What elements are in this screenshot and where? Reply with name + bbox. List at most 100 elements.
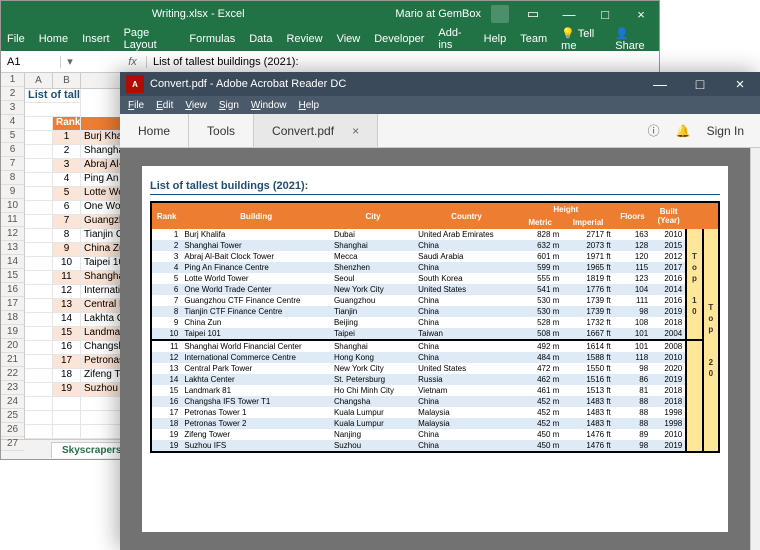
tab-document[interactable]: Convert.pdf × bbox=[254, 114, 378, 147]
fx-icon[interactable]: fx bbox=[119, 56, 147, 68]
acrobat-toolpane[interactable] bbox=[750, 148, 760, 550]
menu-view[interactable]: View bbox=[185, 100, 207, 111]
table-row: 2Shanghai TowerShanghaiChina 632 m2073 f… bbox=[151, 240, 719, 251]
ribbon-tab-pagelayout[interactable]: Page Layout bbox=[124, 27, 176, 51]
row-header[interactable]: 26 bbox=[1, 423, 24, 437]
menu-file[interactable]: File bbox=[128, 100, 144, 111]
table-row: 1Burj KhalifaDubaiUnited Arab Emirates 8… bbox=[151, 229, 719, 240]
table-row: 13Central Park TowerNew York CityUnited … bbox=[151, 363, 719, 374]
th-metric: Metric bbox=[518, 216, 562, 229]
row-header[interactable]: 10 bbox=[1, 199, 24, 213]
row-header[interactable]: 3 bbox=[1, 101, 24, 115]
th-imperial: Imperial bbox=[562, 216, 613, 229]
th-floors: Floors bbox=[614, 202, 651, 229]
ribbon-tab-home[interactable]: Home bbox=[39, 33, 68, 45]
ribbon-tab-view[interactable]: View bbox=[337, 33, 361, 45]
acrobat-titlebar: A Convert.pdf - Adobe Acrobat Reader DC … bbox=[120, 72, 760, 96]
ribbon-tab-add-ins[interactable]: Add-ins bbox=[438, 27, 469, 51]
excel-titlebar: Writing.xlsx - Excel Mario at GemBox ▭ —… bbox=[1, 1, 659, 27]
maximize-icon[interactable]: □ bbox=[680, 76, 720, 92]
ribbon-tab-file[interactable]: File bbox=[7, 33, 25, 45]
pdf-page: List of tallest buildings (2021): Rank B… bbox=[142, 166, 728, 532]
row-headers[interactable]: 1234567891011121314151617181920212223242… bbox=[1, 73, 25, 439]
ribbon-tab-data[interactable]: Data bbox=[249, 33, 272, 45]
row-header[interactable]: 20 bbox=[1, 339, 24, 353]
tab-close-icon[interactable]: × bbox=[352, 124, 359, 138]
table-row: 8Tianjin CTF Finance CentreTianjinChina … bbox=[151, 306, 719, 317]
th-built: Built (Year) bbox=[651, 202, 686, 229]
minimize-icon[interactable]: — bbox=[640, 76, 680, 92]
row-header[interactable]: 24 bbox=[1, 395, 24, 409]
row-header[interactable]: 7 bbox=[1, 157, 24, 171]
row-header[interactable]: 1 bbox=[1, 73, 24, 87]
doc-title: List of tallest buildings (2021): bbox=[150, 180, 720, 195]
row-header[interactable]: 8 bbox=[1, 171, 24, 185]
table-row: 5Lotte World TowerSeoulSouth Korea 555 m… bbox=[151, 273, 719, 284]
minimize-icon[interactable]: — bbox=[551, 7, 587, 22]
close-icon[interactable]: × bbox=[623, 7, 659, 22]
menu-sign[interactable]: Sign bbox=[219, 100, 239, 111]
row-header[interactable]: 13 bbox=[1, 241, 24, 255]
row-header[interactable]: 16 bbox=[1, 283, 24, 297]
tab-document-label: Convert.pdf bbox=[272, 124, 334, 138]
menu-window[interactable]: Window bbox=[251, 100, 287, 111]
row-header[interactable]: 18 bbox=[1, 311, 24, 325]
ribbon-tab-team[interactable]: Team bbox=[520, 33, 547, 45]
namebox-dropdown-icon[interactable]: ▾ bbox=[61, 55, 79, 68]
acrobat-title-text: Convert.pdf - Adobe Acrobat Reader DC bbox=[150, 78, 346, 90]
menu-edit[interactable]: Edit bbox=[156, 100, 173, 111]
table-row: 9China ZunBeijingChina 528 m1732 ft10820… bbox=[151, 317, 719, 328]
ribbon-tab-formulas[interactable]: Formulas bbox=[189, 33, 235, 45]
ribbon-tab-insert[interactable]: Insert bbox=[82, 33, 110, 45]
ribbon-tab-developer[interactable]: Developer bbox=[374, 33, 424, 45]
col-a[interactable]: A bbox=[25, 73, 53, 88]
formula-input[interactable]: List of tallest buildings (2021): bbox=[147, 56, 659, 68]
row-header[interactable]: 4 bbox=[1, 115, 24, 129]
row-header[interactable]: 12 bbox=[1, 227, 24, 241]
row-header[interactable]: 22 bbox=[1, 367, 24, 381]
tab-home[interactable]: Home bbox=[120, 114, 189, 147]
table-row: 14Lakhta CenterSt. PetersburgRussia 462 … bbox=[151, 374, 719, 385]
ribbon-options-icon[interactable]: ▭ bbox=[515, 6, 551, 22]
table-row: 19Zifeng TowerNanjingChina 450 m1476 ft8… bbox=[151, 429, 719, 440]
row-header[interactable]: 23 bbox=[1, 381, 24, 395]
bell-icon[interactable]: 🔔 bbox=[676, 124, 691, 138]
close-icon[interactable]: × bbox=[720, 76, 760, 93]
share-button[interactable]: 👤 Share bbox=[615, 27, 653, 52]
row-header[interactable]: 15 bbox=[1, 269, 24, 283]
row-header[interactable]: 6 bbox=[1, 143, 24, 157]
table-row: 16Changsha IFS Tower T1ChangshaChina 452… bbox=[151, 396, 719, 407]
row-header[interactable]: 19 bbox=[1, 325, 24, 339]
ribbon-tab-help[interactable]: Help bbox=[484, 33, 507, 45]
tab-tools[interactable]: Tools bbox=[189, 114, 254, 147]
menu-help[interactable]: Help bbox=[299, 100, 320, 111]
cell[interactable]: Rank bbox=[53, 117, 81, 131]
tellme-button[interactable]: 💡 Tell me bbox=[561, 27, 603, 52]
row-header[interactable]: 14 bbox=[1, 255, 24, 269]
maximize-icon[interactable]: □ bbox=[587, 7, 623, 22]
excel-user[interactable]: Mario at GemBox bbox=[395, 8, 481, 20]
th-building: Building bbox=[181, 202, 331, 229]
table-row: 3Abraj Al-Bait Clock TowerMeccaSaudi Ara… bbox=[151, 251, 719, 262]
acrobat-window: A Convert.pdf - Adobe Acrobat Reader DC … bbox=[120, 72, 760, 550]
row-header[interactable]: 21 bbox=[1, 353, 24, 367]
row-header[interactable]: 25 bbox=[1, 409, 24, 423]
cell[interactable]: List of tallest buildings (2021): bbox=[25, 89, 81, 103]
row-header[interactable]: 5 bbox=[1, 129, 24, 143]
row-header[interactable]: 17 bbox=[1, 297, 24, 311]
row-header[interactable]: 27 bbox=[1, 437, 24, 451]
acrobat-menubar: File Edit View Sign Window Help bbox=[120, 96, 760, 114]
name-box[interactable]: A1 bbox=[1, 56, 61, 68]
row-header[interactable]: 9 bbox=[1, 185, 24, 199]
help-icon[interactable]: ⓘ bbox=[648, 122, 660, 139]
user-avatar-icon[interactable] bbox=[491, 5, 509, 23]
col-b[interactable]: B bbox=[53, 73, 81, 88]
signin-button[interactable]: Sign In bbox=[707, 124, 744, 138]
th-height: Height bbox=[518, 202, 614, 216]
ribbon-tab-review[interactable]: Review bbox=[286, 33, 322, 45]
row-header[interactable]: 2 bbox=[1, 87, 24, 101]
pdf-viewport[interactable]: List of tallest buildings (2021): Rank B… bbox=[120, 148, 750, 550]
row-header[interactable]: 11 bbox=[1, 213, 24, 227]
table-row: 10Taipei 101TaipeiTaiwan 508 m1667 ft101… bbox=[151, 328, 719, 340]
side-top10: Top10 bbox=[686, 229, 702, 340]
